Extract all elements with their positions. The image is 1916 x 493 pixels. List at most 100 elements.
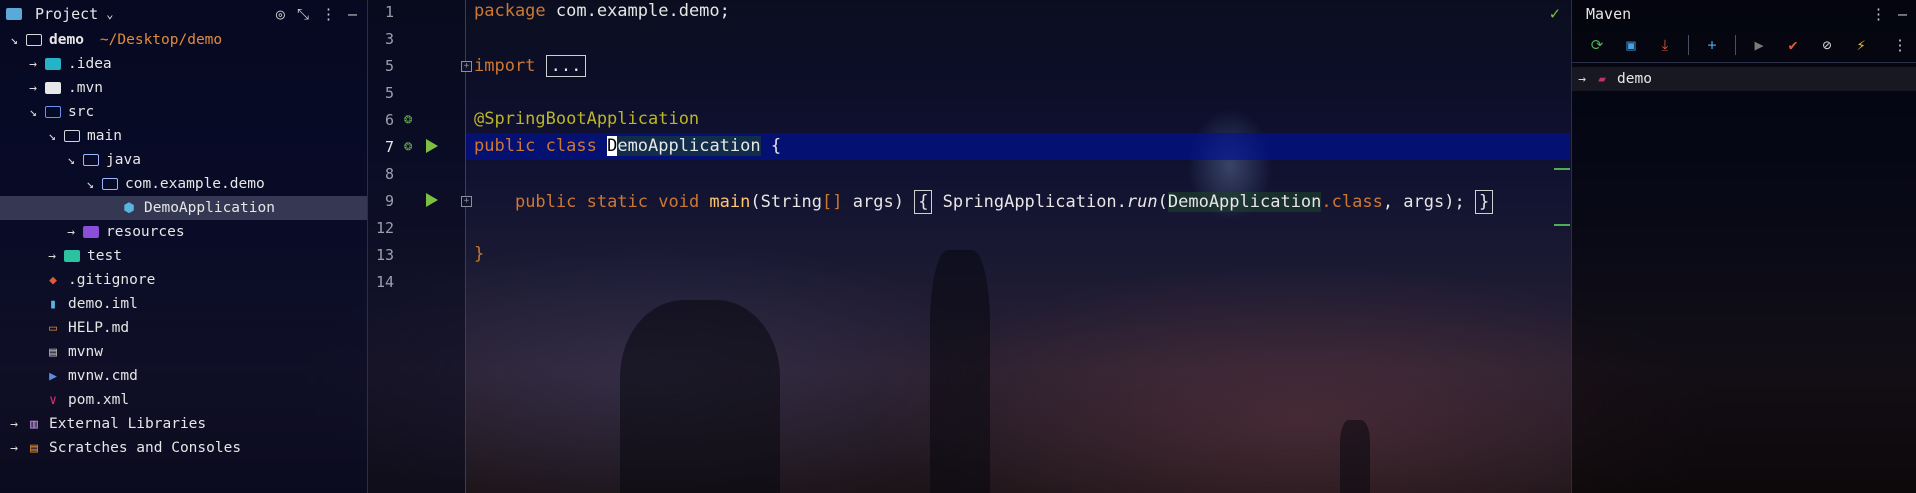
maven-project-row[interactable]: → ▰ demo [1572, 67, 1916, 91]
tree-item[interactable]: ↘ src [0, 100, 367, 124]
run-class-icon[interactable] [426, 139, 438, 153]
expand-arrow-icon[interactable]: → [1572, 72, 1592, 87]
tree-item[interactable]: ↘ demo ~/Desktop/demo [0, 28, 367, 52]
tree-item[interactable]: ⬢ DemoApplication [0, 196, 367, 220]
folded-method-body[interactable]: { [914, 190, 933, 214]
change-marker [1554, 168, 1570, 170]
line-number: 5 [384, 84, 394, 102]
maven-project-label: demo [1617, 71, 1652, 87]
expand-arrow-icon[interactable]: → [4, 441, 24, 456]
code-line-3: import ... [474, 55, 587, 77]
code-line-1: package com.example.demo; [474, 1, 730, 21]
chevron-down-icon[interactable]: ⌄ [106, 7, 113, 21]
run-main-icon[interactable] [426, 193, 438, 207]
expand-arrow-icon[interactable]: → [61, 225, 81, 240]
collapse-icon[interactable]: ⤡ [297, 5, 309, 23]
markdown-icon: ▭ [49, 320, 57, 336]
expand-arrow-icon[interactable]: → [23, 81, 43, 96]
tree-item[interactable]: → ▥ External Libraries [0, 412, 367, 436]
folder-outline-icon [62, 128, 82, 144]
spring-class-icon: ⬢ [123, 200, 135, 216]
tree-item-label: java [106, 152, 141, 168]
line-number: 12 [375, 219, 394, 237]
scratches-icon: ▤ [30, 440, 38, 456]
tree-item-label: .mvn [68, 80, 103, 96]
library-icon: ▥ [30, 416, 38, 432]
lightning-icon[interactable]: ⚡ [1844, 31, 1878, 59]
more-icon[interactable]: ⋮ [1871, 5, 1886, 23]
expand-arrow-icon[interactable]: → [42, 249, 62, 264]
line-number: 3 [384, 30, 394, 48]
folder-outline-icon [24, 32, 44, 48]
tree-item-label: test [87, 248, 122, 264]
text-caret: D [607, 136, 618, 156]
spring-bean-icon[interactable]: ❂ [404, 111, 412, 127]
project-folder-icon [4, 6, 24, 22]
minimize-icon[interactable]: — [1898, 5, 1907, 23]
expand-arrow-icon[interactable]: ↘ [61, 153, 81, 168]
target-icon[interactable]: ◎ [276, 5, 285, 23]
expand-arrow-icon[interactable]: ↘ [23, 105, 43, 120]
spring-bean-icon[interactable]: ❂ [404, 138, 412, 154]
tree-item[interactable]: ↘ com.example.demo [0, 172, 367, 196]
maven-file-icon: ∨ [49, 392, 57, 408]
tree-item[interactable]: ▶ mvnw.cmd [0, 364, 367, 388]
package-icon [100, 176, 120, 192]
run-icon[interactable]: ▶ [1742, 31, 1776, 59]
tree-item-label: External Libraries [49, 416, 207, 432]
maven-goal-icon[interactable]: ✔ [1776, 31, 1810, 59]
expand-arrow-icon[interactable]: ↘ [42, 129, 62, 144]
iml-icon: ▮ [49, 296, 57, 312]
reload-icon[interactable]: ⟳ [1580, 31, 1614, 59]
expand-arrow-icon[interactable]: ↘ [80, 177, 100, 192]
folder-resources-icon [81, 224, 101, 240]
tree-item-label: main [87, 128, 122, 144]
maven-module-icon: ▰ [1598, 71, 1606, 87]
line-number: 1 [384, 3, 394, 21]
tree-item-label: mvnw.cmd [68, 368, 138, 384]
maven-panel-header: Maven ⋮ — [1572, 0, 1916, 28]
code-line-13: } [474, 244, 485, 264]
tree-item[interactable]: ↘ main [0, 124, 367, 148]
tree-item[interactable]: ▤ mvnw [0, 340, 367, 364]
tree-item[interactable]: ∨ pom.xml [0, 388, 367, 412]
project-path-hint: ~/Desktop/demo [99, 32, 223, 48]
folder-test-icon [62, 248, 82, 264]
code-editor[interactable]: package com.example.demo; import ... @Sp… [466, 0, 1570, 493]
tree-item[interactable]: → ▤ Scratches and Consoles [0, 436, 367, 460]
tree-item[interactable]: ▮ demo.iml [0, 292, 367, 316]
tree-item[interactable]: ▭ HELP.md [0, 316, 367, 340]
line-number: 5 [384, 57, 394, 75]
tree-item[interactable]: → .mvn [0, 76, 367, 100]
project-title[interactable]: Project [35, 5, 98, 23]
more-icon[interactable]: ⋮ [1883, 31, 1916, 59]
project-tree: ↘ demo ~/Desktop/demo → .idea → .mvn ↘ src ↘ main ↘… [0, 28, 367, 460]
code-line-6: @SpringBootApplication [474, 109, 700, 129]
minimize-icon[interactable]: — [348, 5, 357, 23]
tree-item-label: DemoApplication [144, 200, 275, 216]
add-folder-icon[interactable]: ▣ [1614, 31, 1648, 59]
tree-item[interactable]: ↘ java [0, 148, 367, 172]
tree-item[interactable]: → resources [0, 220, 367, 244]
check-icon[interactable]: ✓ [1550, 4, 1560, 24]
code-line-9: public static void main(String[] args) {… [474, 190, 1494, 214]
toolbar-separator [1735, 35, 1736, 55]
maven-title: Maven [1586, 5, 1632, 23]
line-number: 9 [384, 192, 394, 210]
tree-item-label: pom.xml [68, 392, 130, 408]
tree-item-label: Scratches and Consoles [49, 440, 242, 456]
project-panel: Project ⌄ ◎ ⤡ ⋮ — ↘ demo ~/Desktop/demo → .i… [0, 0, 368, 493]
folded-imports[interactable]: ... [545, 55, 587, 77]
line-number: 7 [384, 138, 394, 156]
expand-arrow-icon[interactable]: ↘ [4, 33, 24, 48]
tree-item[interactable]: → test [0, 244, 367, 268]
plus-icon[interactable]: + [1695, 31, 1729, 59]
skip-tests-icon[interactable]: ⊘ [1810, 31, 1844, 59]
expand-arrow-icon[interactable]: → [4, 417, 24, 432]
download-icon[interactable]: ⤓ [1648, 31, 1682, 59]
more-icon[interactable]: ⋮ [321, 5, 336, 23]
tree-item[interactable]: ◆ .gitignore [0, 268, 367, 292]
tree-item[interactable]: → .idea [0, 52, 367, 76]
expand-arrow-icon[interactable]: → [23, 57, 43, 72]
text-file-icon: ▤ [49, 344, 57, 360]
